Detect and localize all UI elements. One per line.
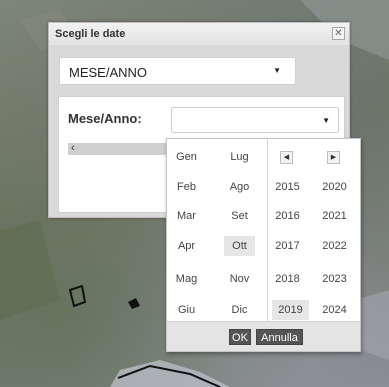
year-cell[interactable]: 2016 [272, 206, 303, 226]
month-year-label: Mese/Anno: [68, 111, 142, 126]
year-cell[interactable]: 2015 [272, 177, 303, 197]
month-cell[interactable]: Mag [171, 269, 202, 289]
dialog-header[interactable]: Scegli le date ✕ [49, 23, 349, 45]
month-cell[interactable]: Ago [224, 177, 255, 197]
month-cell[interactable]: Gen [171, 147, 202, 167]
picker-footer: OK Annulla [167, 321, 360, 351]
year-cell[interactable]: 2017 [272, 236, 303, 256]
month-cell-selected[interactable]: Ott [224, 236, 255, 256]
period-type-value: MESE/ANNO [69, 65, 148, 80]
month-cell[interactable]: Giu [171, 300, 202, 320]
cancel-button[interactable]: Annulla [256, 329, 303, 345]
year-cell[interactable]: 2022 [319, 236, 350, 256]
year-cell[interactable]: 2024 [319, 300, 350, 320]
close-icon[interactable]: ✕ [332, 27, 345, 40]
chevron-left-icon[interactable]: ◀ [280, 151, 293, 164]
month-cell[interactable]: Apr [171, 236, 202, 256]
year-cell[interactable]: 2021 [319, 206, 350, 226]
month-cell[interactable]: Feb [171, 177, 202, 197]
ok-button[interactable]: OK [229, 329, 251, 345]
month-cell[interactable]: Dic [224, 300, 255, 320]
year-cell[interactable]: 2023 [319, 269, 350, 289]
month-year-input[interactable]: ▼ [171, 107, 339, 133]
month-cell[interactable]: Nov [224, 269, 255, 289]
picker-divider [267, 139, 268, 323]
chevron-down-icon: ▼ [273, 66, 281, 75]
chevron-down-icon: ▼ [322, 116, 330, 125]
year-cell[interactable]: 2018 [272, 269, 303, 289]
scroll-left-icon[interactable]: ‹ [71, 142, 75, 154]
year-cell[interactable]: 2020 [319, 177, 350, 197]
year-cell-selected[interactable]: 2019 [272, 300, 309, 320]
dialog-title: Scegli le date [55, 28, 126, 40]
period-type-select[interactable]: MESE/ANNO ▼ [59, 57, 296, 85]
month-cell[interactable]: Mar [171, 206, 202, 226]
month-cell[interactable]: Lug [224, 147, 255, 167]
month-year-picker: Gen Feb Mar Apr Mag Giu Lug Ago Set Ott … [166, 138, 361, 352]
month-cell[interactable]: Set [224, 206, 255, 226]
chevron-right-icon[interactable]: ▶ [327, 151, 340, 164]
